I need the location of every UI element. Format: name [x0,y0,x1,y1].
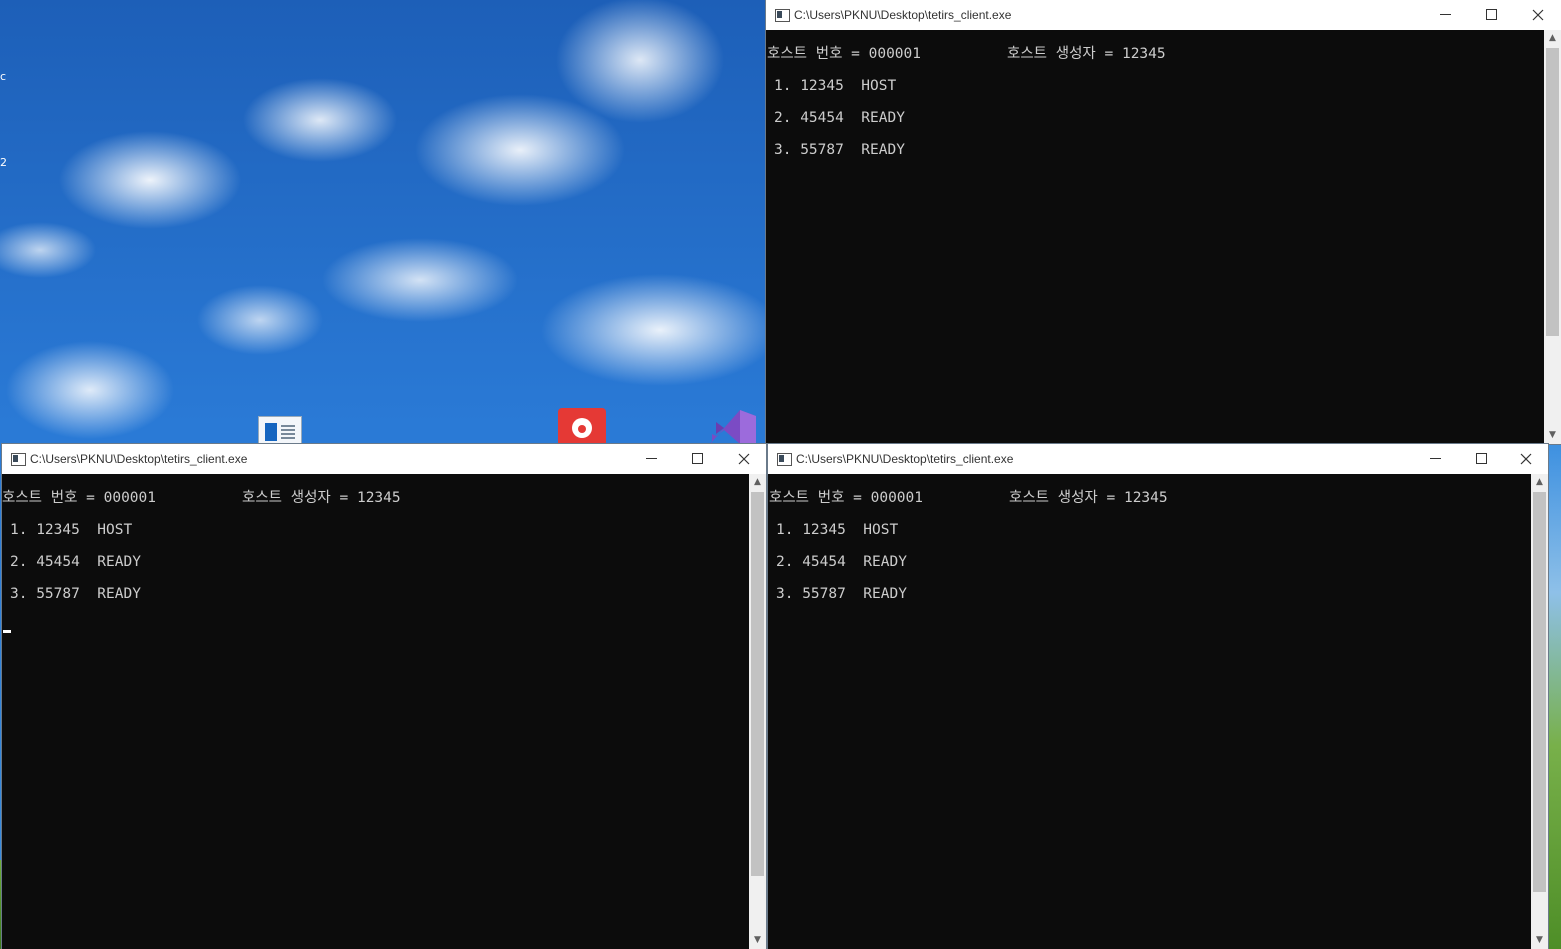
console-output[interactable]: 호스트 번호 = 000001 호스트 생성자 = 12345 1. 12345… [768,474,1531,949]
console-output[interactable]: 호스트 번호 = 000001 호스트 생성자 = 12345 1. 12345… [2,474,749,949]
player-row: 1. 12345 HOST [776,522,899,538]
minimize-button[interactable] [1413,444,1459,474]
close-icon [1520,453,1532,465]
vertical-scrollbar[interactable]: ▲ ▼ [749,474,766,949]
desktop-edge-label: 2 [0,156,7,169]
player-row: 2. 45454 READY [776,554,907,570]
close-button[interactable] [721,444,766,474]
maximize-button[interactable] [1459,444,1505,474]
scroll-down-icon[interactable]: ▼ [749,932,766,949]
title-bar[interactable]: C:\Users\PKNU\Desktop\tetirs_client.exe [2,444,766,474]
console-window-bottom-left[interactable]: C:\Users\PKNU\Desktop\tetirs_client.exe … [2,444,766,949]
close-icon [738,453,750,465]
scroll-thumb[interactable] [1533,492,1546,892]
console-window-top-right[interactable]: C:\Users\PKNU\Desktop\tetirs_client.exe … [766,0,1561,444]
player-row: 1. 12345 HOST [774,78,897,94]
player-row: 2. 45454 READY [10,554,141,570]
text-cursor [3,630,11,633]
host-number-label: 호스트 번호 = 000001 [767,46,921,62]
close-button[interactable] [1503,444,1548,474]
maximize-button[interactable] [1469,0,1515,30]
window-title: C:\Users\PKNU\Desktop\tetirs_client.exe [30,452,248,466]
close-icon [1532,9,1544,21]
host-number-label: 호스트 번호 = 000001 [769,490,923,506]
vertical-scrollbar[interactable]: ▲ ▼ [1531,474,1548,949]
title-bar[interactable]: C:\Users\PKNU\Desktop\tetirs_client.exe [768,444,1548,474]
window-title: C:\Users\PKNU\Desktop\tetirs_client.exe [794,8,1012,22]
maximize-button[interactable] [675,444,721,474]
console-window-bottom-right[interactable]: C:\Users\PKNU\Desktop\tetirs_client.exe … [768,444,1548,949]
close-button[interactable] [1515,0,1561,30]
desktop-edge-label: c [0,70,7,83]
player-row: 3. 55787 READY [774,142,905,158]
player-row: 1. 12345 HOST [10,522,133,538]
scroll-up-icon[interactable]: ▲ [749,474,766,491]
console-app-icon [11,453,26,466]
scroll-up-icon[interactable]: ▲ [1531,474,1548,491]
vertical-scrollbar[interactable]: ▲ ▼ [1544,30,1561,444]
host-creator-label: 호스트 생성자 = 12345 [1007,46,1166,62]
console-app-icon [775,9,790,22]
host-creator-label: 호스트 생성자 = 12345 [242,490,401,506]
scroll-down-icon[interactable]: ▼ [1531,932,1548,949]
scroll-thumb[interactable] [751,492,764,876]
scroll-thumb[interactable] [1546,48,1559,336]
bug-app-icon[interactable] [558,408,606,444]
scroll-down-icon[interactable]: ▼ [1544,427,1561,444]
console-output[interactable]: 호스트 번호 = 000001 호스트 생성자 = 12345 1. 12345… [766,30,1544,444]
visual-studio-icon[interactable] [710,408,760,444]
window-title: C:\Users\PKNU\Desktop\tetirs_client.exe [796,452,1014,466]
scroll-up-icon[interactable]: ▲ [1544,30,1561,47]
player-row: 2. 45454 READY [774,110,905,126]
host-number-label: 호스트 번호 = 000001 [2,490,156,506]
host-creator-label: 호스트 생성자 = 12345 [1009,490,1168,506]
minimize-button[interactable] [1423,0,1469,30]
minimize-button[interactable] [629,444,675,474]
document-icon[interactable] [258,416,302,446]
title-bar[interactable]: C:\Users\PKNU\Desktop\tetirs_client.exe [766,0,1561,30]
console-app-icon [777,453,792,466]
player-row: 3. 55787 READY [776,586,907,602]
wallpaper-edge [1548,440,1561,949]
player-row: 3. 55787 READY [10,586,141,602]
